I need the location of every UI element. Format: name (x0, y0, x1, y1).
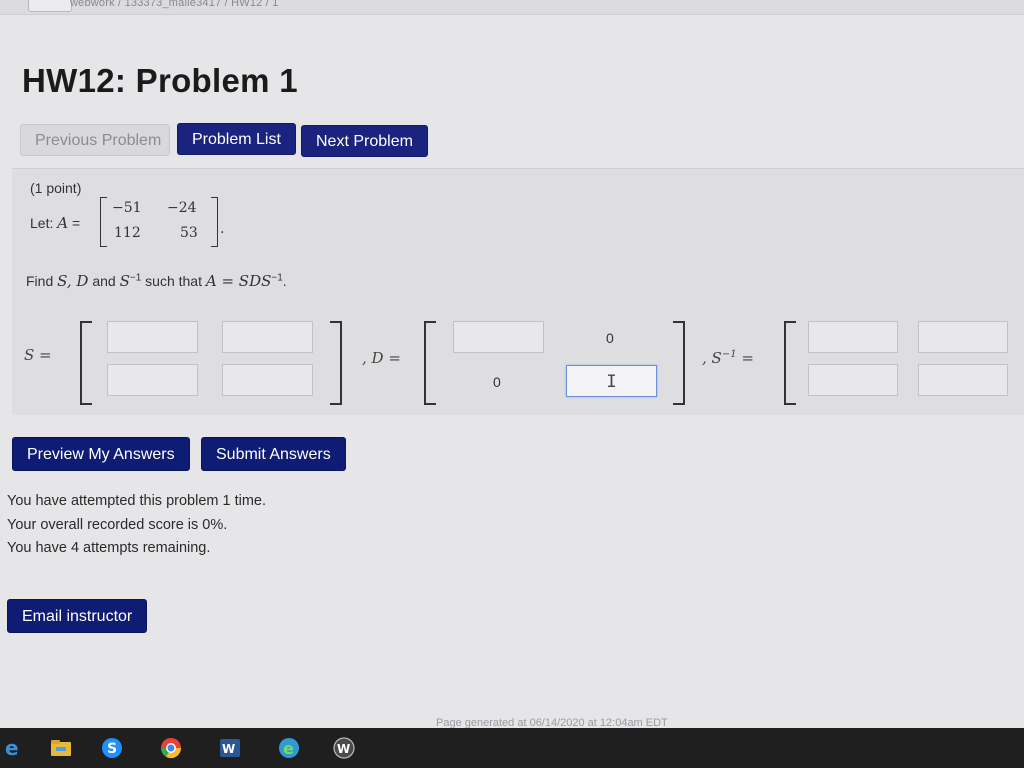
svg-text:W: W (222, 742, 235, 756)
let-statement: Let: A = (30, 214, 80, 232)
s-inverse-entry-22-input[interactable] (918, 364, 1008, 396)
s-inverse-entry-21-input[interactable] (808, 364, 898, 396)
problem-panel: (1 point) Let: A = −51 −24 112 53 . Find… (12, 168, 1024, 415)
matrix-a-cell: −24 (167, 200, 197, 216)
s-right-bracket (330, 321, 342, 405)
d-entry-22-input[interactable]: I (566, 365, 657, 397)
svg-text:S: S (107, 741, 117, 757)
find-text: Find (26, 273, 58, 289)
page-title: HW12: Problem 1 (22, 62, 298, 99)
find-instruction: Find S, D and S−1 such that A = SDS−1. (26, 272, 287, 290)
top-strip: webwork / 133373_malle3417 / HW12 / 1 (0, 0, 1024, 15)
skype-icon[interactable]: S (101, 737, 123, 759)
problem-navigation: Previous Problem Problem List Next Probl… (20, 122, 1024, 162)
s-inverse-entry-12-input[interactable] (918, 321, 1008, 353)
s-entry-12-input[interactable] (222, 321, 313, 353)
svg-text:W: W (337, 742, 350, 756)
find-equation: A = SDS (205, 272, 272, 290)
matrix-a-cell: 112 (114, 225, 141, 241)
preview-answers-button[interactable]: Preview My Answers (12, 437, 190, 471)
edge-icon[interactable]: e (2, 737, 24, 759)
attempts-text: You have attempted this problem 1 time. (7, 493, 267, 509)
problem-list-button[interactable]: Problem List (177, 123, 296, 155)
svg-text:e: e (5, 737, 19, 759)
d-entry-11-input[interactable] (453, 321, 544, 353)
word-icon[interactable]: W (219, 737, 241, 759)
matrix-a-var: A (57, 214, 69, 232)
chrome-icon[interactable] (160, 737, 182, 759)
matrix-a-cell: −51 (112, 200, 142, 216)
svg-text:e: e (283, 739, 294, 758)
find-such: such that (141, 273, 206, 289)
s-label: S = (24, 346, 52, 364)
d-right-bracket (673, 321, 685, 405)
back-button[interactable] (28, 0, 72, 12)
ie-icon[interactable]: e (278, 737, 300, 759)
s-entry-21-input[interactable] (107, 364, 198, 396)
s-entry-22-input[interactable] (222, 364, 313, 396)
submit-answers-button[interactable]: Submit Answers (201, 437, 346, 471)
remaining-text: You have 4 attempts remaining. (7, 540, 211, 556)
webwork-icon[interactable]: W (333, 737, 355, 759)
matrix-a-cell: 53 (180, 225, 198, 241)
matrix-a: −51 −24 112 53 . (100, 197, 224, 247)
s-inverse-label: , S−1 = (702, 349, 754, 367)
d-entry-12: 0 (606, 330, 614, 346)
find-end: . (282, 273, 287, 289)
matrix-a-left-bracket (100, 197, 107, 247)
s-entry-11-input[interactable] (107, 321, 198, 353)
file-explorer-icon[interactable] (50, 737, 72, 759)
email-instructor-button[interactable]: Email instructor (7, 599, 148, 633)
attempt-status: You have attempted this problem 1 time. … (7, 490, 266, 561)
problem-points: (1 point) (30, 180, 82, 196)
previous-problem-button: Previous Problem (20, 124, 170, 156)
find-s: S (119, 272, 130, 290)
find-and: and (88, 273, 120, 289)
s-inverse-sup: −1 (721, 349, 737, 360)
find-equation-sup: −1 (271, 272, 283, 284)
s-inverse-equals: = (736, 349, 754, 367)
find-vars: S, D (57, 272, 89, 290)
next-problem-button[interactable]: Next Problem (301, 125, 428, 157)
s-left-bracket (80, 321, 92, 405)
d-label: , D = (362, 349, 401, 367)
text-cursor-icon: I (606, 372, 617, 392)
breadcrumb: webwork / 133373_malle3417 / HW12 / 1 (70, 0, 279, 9)
find-inverse-sup: −1 (129, 272, 142, 284)
equals-sign: = (68, 215, 81, 231)
s-inverse-entry-11-input[interactable] (808, 321, 898, 353)
score-text: Your overall recorded score is 0%. (7, 516, 228, 533)
matrix-a-right-bracket (211, 197, 218, 247)
matrix-a-period: . (220, 221, 225, 237)
d-left-bracket (424, 321, 436, 405)
s-inverse-label-text: , S (702, 349, 722, 367)
s-inverse-left-bracket (784, 321, 796, 405)
taskbar: e S W e W (0, 728, 1024, 768)
let-prefix: Let: (30, 215, 58, 231)
d-entry-21: 0 (493, 374, 501, 390)
